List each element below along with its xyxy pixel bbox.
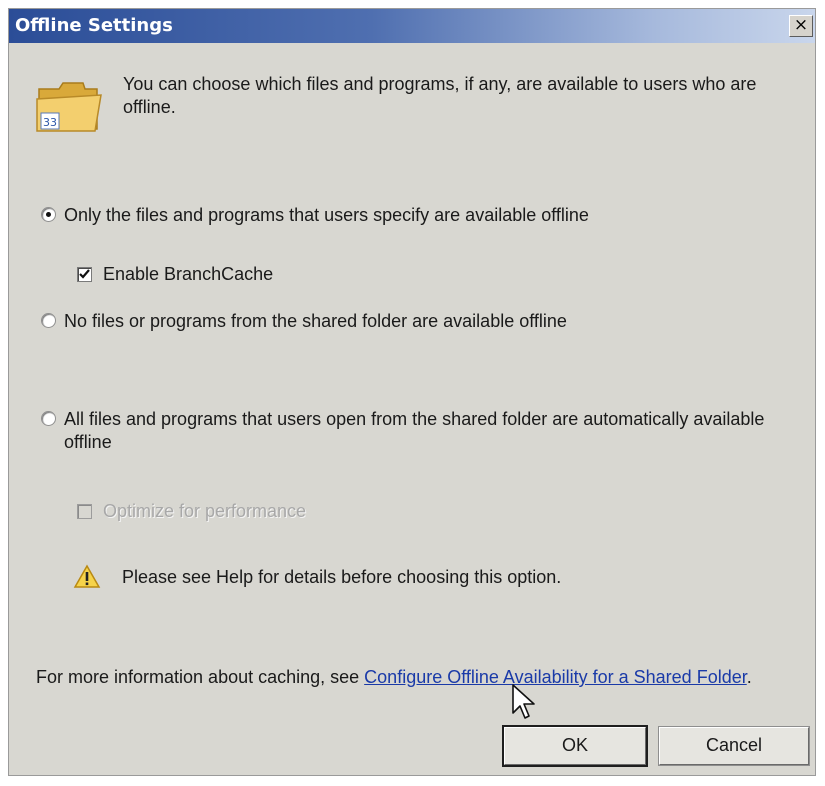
close-icon: × <box>793 15 809 35</box>
configure-offline-link[interactable]: Configure Offline Availability for a Sha… <box>364 667 747 687</box>
cancel-button[interactable]: Cancel <box>659 727 809 765</box>
optimize-label: Optimize for performance <box>103 501 307 521</box>
dialog-title: Offline Settings <box>15 15 173 36</box>
branchcache-label[interactable]: Enable BranchCache <box>103 263 273 286</box>
mouse-pointer-icon <box>511 683 537 726</box>
footer-info: For more information about caching, see … <box>36 666 811 689</box>
offline-settings-dialog: Offline Settings × 33 You can choose whi… <box>8 8 816 776</box>
radio-all-label[interactable]: All files and programs that users open f… <box>64 408 799 454</box>
folder-icon: 33 <box>33 77 105 142</box>
intro-text: You can choose which files and programs,… <box>123 74 757 117</box>
title-bar: Offline Settings × <box>9 9 815 43</box>
footer-info-suffix: . <box>746 667 752 687</box>
footer-info-prefix: For more information about caching, see <box>36 667 365 687</box>
radio-none-label[interactable]: No files or programs from the shared fol… <box>64 310 567 333</box>
close-button[interactable]: × <box>789 15 813 37</box>
radio-selected-dot <box>46 212 51 217</box>
checkbox-optimize-performance[interactable] <box>77 504 92 519</box>
svg-text:33: 33 <box>43 116 57 129</box>
radio-no-offline[interactable] <box>41 313 56 328</box>
radio-all-offline[interactable] <box>41 411 56 426</box>
ok-button[interactable]: OK <box>504 727 646 765</box>
radio-specify-label[interactable]: Only the files and programs that users s… <box>64 204 589 227</box>
radio-specify-offline[interactable] <box>41 207 56 222</box>
checkbox-enable-branchcache[interactable] <box>77 267 92 282</box>
warning-text: Please see Help for details before choos… <box>122 567 562 587</box>
warning-icon <box>73 564 101 595</box>
